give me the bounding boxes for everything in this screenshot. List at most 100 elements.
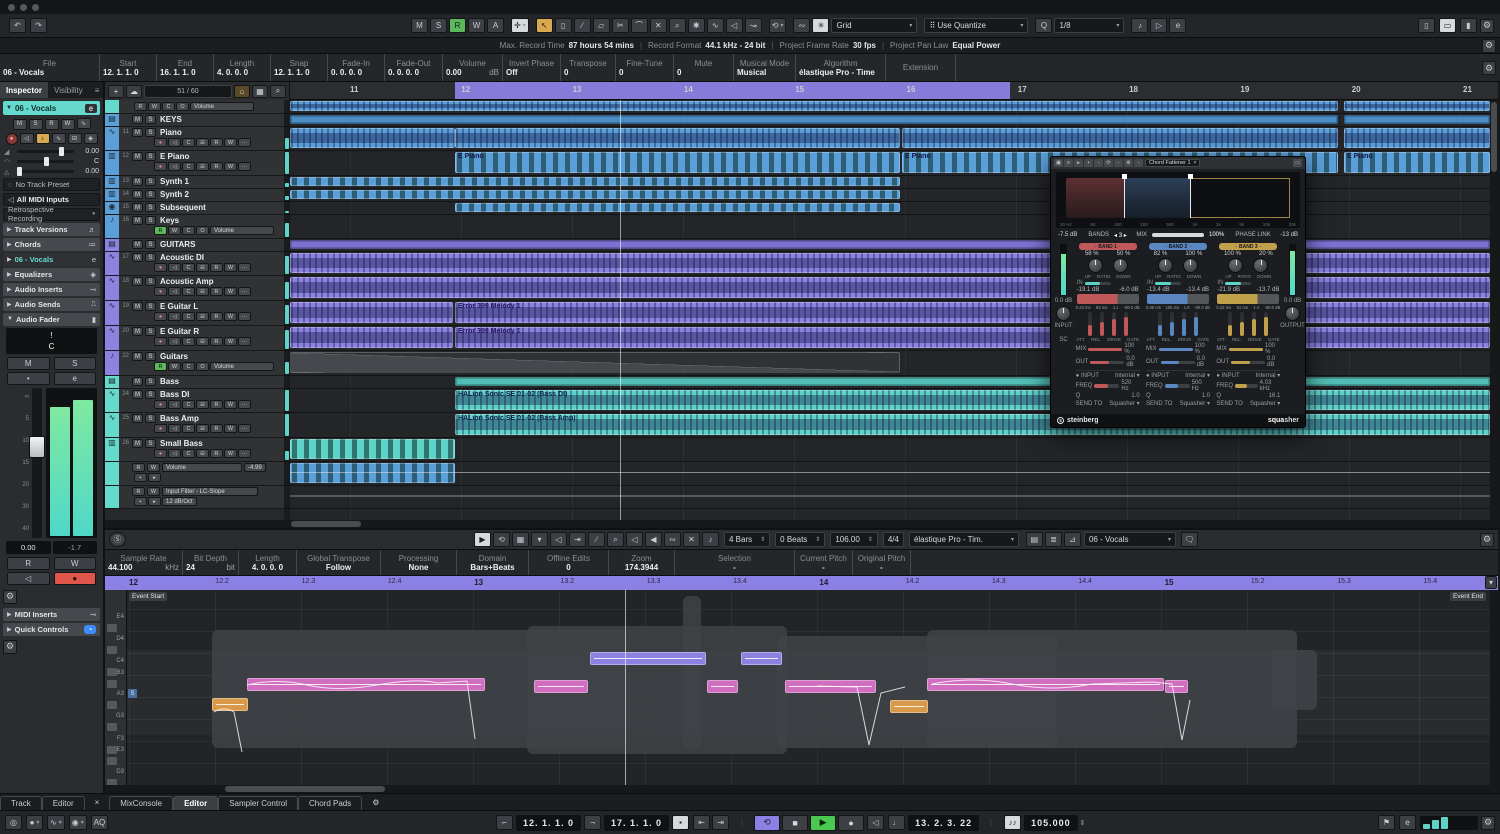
- editor-ruler[interactable]: ▾ 12 12.2 12.3 12.4 13 13.2 13.3 13.4 14 14.2 14.3…: [105, 576, 1498, 590]
- track-mute-button[interactable]: M: [132, 152, 143, 161]
- project-ruler[interactable]: 11 12 13 14 15 16 17 18 19 20 21: [290, 82, 1498, 100]
- track-row-synth-2[interactable]: ▥ 14 M S Synth 2: [105, 189, 284, 202]
- freeze-icon[interactable]: ⊟: [196, 400, 209, 409]
- clip[interactable]: [290, 327, 453, 348]
- track-lane[interactable]: [290, 252, 1490, 276]
- read-icon[interactable]: R: [132, 463, 145, 472]
- editor-mini-icon-1[interactable]: ≣: [1044, 532, 1062, 547]
- track-preset-row[interactable]: ◌ No Track Preset: [3, 177, 100, 191]
- play-button[interactable]: ▶: [810, 814, 837, 831]
- mix-slider[interactable]: [1158, 347, 1193, 351]
- inspector-menu-icon[interactable]: ≡: [89, 82, 103, 98]
- minimize-window-icon[interactable]: [20, 3, 27, 11]
- plugin-titlebar-icon-8[interactable]: ◦: [1134, 159, 1143, 167]
- inspector-track-header[interactable]: ▼ 06 - Vocals e: [3, 101, 100, 115]
- track-mute-button[interactable]: M: [132, 352, 143, 361]
- read-icon[interactable]: R: [210, 312, 223, 321]
- monitor-icon[interactable]: ◁: [168, 337, 181, 346]
- track-mute-button[interactable]: M: [132, 128, 143, 137]
- left-zone-toggle[interactable]: ▯: [1418, 18, 1435, 33]
- phase-link-label[interactable]: PHASE LINK: [1235, 232, 1270, 238]
- track-solo-button[interactable]: S: [145, 390, 156, 399]
- write-icon[interactable]: W: [224, 449, 237, 458]
- tab-inspector[interactable]: Inspector: [0, 82, 49, 98]
- info-cell-length[interactable]: Length 4. 0. 0. 0: [214, 54, 271, 81]
- clip[interactable]: [290, 277, 1490, 298]
- editor-mini-icon-2[interactable]: ⊿: [1063, 532, 1081, 547]
- channel-icon[interactable]: ◈: [83, 132, 98, 144]
- channel-icon[interactable]: C: [182, 362, 195, 371]
- down-knob[interactable]: [1182, 258, 1198, 273]
- track-solo-button[interactable]: S: [145, 190, 156, 199]
- monitor-icon[interactable]: ◁: [168, 287, 181, 296]
- piano-key[interactable]: [107, 668, 117, 676]
- read-icon[interactable]: R: [132, 487, 145, 496]
- read-icon[interactable]: R: [210, 162, 223, 171]
- info-cell-mute[interactable]: Mute 0: [674, 54, 734, 81]
- info-line-setup-gear-icon[interactable]: ⚙: [1482, 61, 1496, 75]
- clip[interactable]: [902, 128, 1338, 148]
- right-zone-toggle[interactable]: ▮: [1460, 18, 1477, 33]
- write-icon[interactable]: W: [224, 400, 237, 409]
- auto-quantize-button[interactable]: AQ: [90, 815, 109, 830]
- track-mute-button[interactable]: M: [132, 414, 143, 423]
- info-cell-algorithm[interactable]: Algorithm élastique Pro - Time: [796, 54, 886, 81]
- freeze-icon[interactable]: ⊟: [196, 337, 209, 346]
- out-slider[interactable]: [1231, 360, 1265, 364]
- write-icon[interactable]: W: [224, 312, 237, 321]
- clip[interactable]: HALion Sonic SE 01-02 (Bass DI): [455, 390, 1490, 410]
- record-enable-icon[interactable]: ●: [154, 337, 167, 346]
- threshold-slider[interactable]: [1146, 294, 1209, 304]
- volume-icon[interactable]: ◀: [645, 532, 662, 547]
- track-lane[interactable]: HALion Sonic SE 01-02 (Bass Amp): [290, 413, 1490, 438]
- listen-button[interactable]: •: [7, 371, 50, 385]
- pre-roll-icon[interactable]: ◁: [867, 815, 885, 830]
- sc-input-value[interactable]: Internal ▾: [1185, 372, 1210, 379]
- track-row-guitars[interactable]: ▤ M S GUITARS: [105, 239, 284, 252]
- track-row-e-guitar-r[interactable]: ∿ 20 M S E Guitar R ● ◁ C ⊟ R W ⋯: [105, 326, 284, 351]
- info-cell-extension[interactable]: Extension: [886, 54, 956, 81]
- track-lane[interactable]: Error 399 Melody 1: [290, 301, 1490, 326]
- transport-setup-gear-icon[interactable]: ⚙: [1481, 815, 1495, 830]
- automation-parameter-pill[interactable]: Volume: [190, 102, 254, 111]
- spectrum-display[interactable]: 20 Hz 50 100 200 500 1k 2k 5k 10k 20k: [1056, 172, 1300, 228]
- split-tool[interactable]: ✂: [611, 18, 629, 33]
- ruler-options-icon[interactable]: ▾: [1485, 576, 1497, 589]
- track-row-piano[interactable]: ∿ 11 M S Piano ● ◁ C ⊟ R W ⋯: [105, 127, 284, 151]
- inspector-m-button[interactable]: M: [12, 118, 27, 130]
- track-lane[interactable]: [290, 438, 1490, 462]
- punch-in-icon[interactable]: ⇤: [693, 815, 711, 830]
- track-mute-button[interactable]: M: [132, 377, 143, 386]
- track-solo-button[interactable]: S: [145, 414, 156, 423]
- folder-icon[interactable]: ▸: [148, 497, 161, 506]
- clip[interactable]: [290, 487, 1490, 506]
- solo-button[interactable]: S: [53, 356, 96, 370]
- track-mute-button[interactable]: M: [132, 439, 143, 448]
- snap-off-icon[interactable]: ✕: [683, 532, 700, 547]
- sc-send-value[interactable]: Squasher ▾: [1250, 400, 1280, 407]
- color-tool[interactable]: ↝: [744, 18, 762, 33]
- track-solo-button[interactable]: S: [145, 327, 156, 336]
- toolbar-setup-gear-icon[interactable]: ⚙: [1480, 18, 1494, 33]
- plugin-bypass-icon[interactable]: ▭: [1293, 159, 1302, 167]
- quantize-q-icon[interactable]: Q: [1035, 18, 1053, 33]
- editor-info-sample-rate[interactable]: Sample Rate 44.100 kHz: [105, 550, 183, 575]
- clip[interactable]: [290, 302, 453, 323]
- editor-toolbar-setup-gear-icon[interactable]: ⚙: [1480, 532, 1494, 547]
- threshold-slider[interactable]: [1076, 294, 1139, 304]
- crossover2-line[interactable]: [1190, 174, 1192, 218]
- bands-value[interactable]: ◂ 3 ▸: [1114, 232, 1127, 239]
- play-tool[interactable]: ◁: [725, 18, 743, 33]
- edit-channel-icon[interactable]: e: [1399, 815, 1416, 830]
- tab-editor[interactable]: Editor: [173, 795, 219, 811]
- piano-key[interactable]: [107, 746, 117, 754]
- vertical-scrollbar[interactable]: [1490, 100, 1498, 520]
- record-enable-icon[interactable]: ●: [154, 138, 167, 147]
- track-lane[interactable]: Error 399 Melody 1: [290, 326, 1490, 351]
- info-cell-musical-mode[interactable]: Musical Mode Musical: [734, 54, 796, 81]
- beats-field[interactable]: 0 Beats ⇕: [775, 532, 826, 547]
- clip[interactable]: [290, 253, 1490, 273]
- home-icon[interactable]: ⌂: [234, 84, 250, 98]
- horizontal-scrollbar[interactable]: [105, 520, 1498, 528]
- editor-mini-icon-0[interactable]: ▤: [1025, 532, 1043, 547]
